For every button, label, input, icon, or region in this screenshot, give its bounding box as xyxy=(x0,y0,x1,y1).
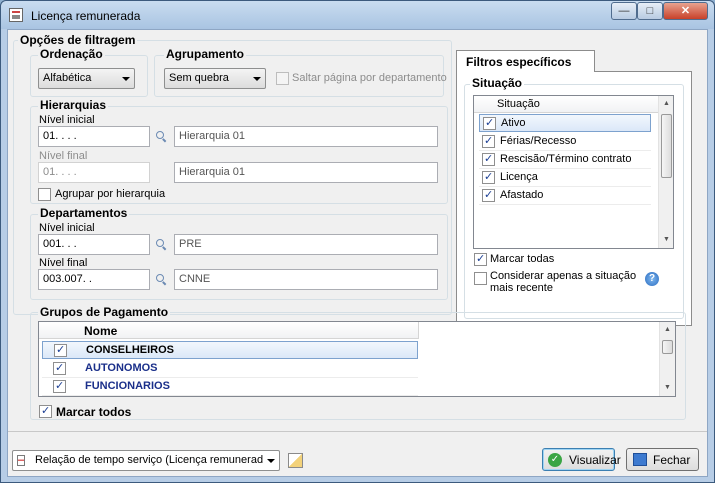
check-icon: ✓ xyxy=(548,453,562,467)
help-icon[interactable]: ? xyxy=(645,272,659,286)
hier-final-input[interactable]: 01. . . . xyxy=(38,162,150,183)
footer-divider xyxy=(8,431,707,432)
situation-header-label: Situação xyxy=(497,98,540,110)
list-item[interactable]: Afastado xyxy=(479,187,651,205)
title-bar[interactable]: Licença remunerada — □ ✕ xyxy=(1,1,714,29)
situation-list: Situação Ativo Férias/Recesso Rescisão/T… xyxy=(473,95,674,249)
considerar-label: Considerar apenas a situação mais recent… xyxy=(490,270,637,294)
scroll-up-icon[interactable]: ▲ xyxy=(660,322,675,338)
search-icon[interactable] xyxy=(156,274,168,286)
dept-initial-input[interactable]: 001. . . xyxy=(38,234,150,255)
hier-initial-description: Hierarquia 01 xyxy=(174,126,438,147)
situation-item-label: Férias/Recesso xyxy=(500,135,577,147)
payment-group-label: CONSELHEIROS xyxy=(86,344,175,356)
situation-item-label: Ativo xyxy=(501,117,526,129)
scroll-thumb[interactable] xyxy=(661,114,672,178)
grouping-select[interactable]: Sem quebra xyxy=(164,68,266,89)
dept-initial-description: PRE xyxy=(174,234,438,255)
tab-filtros-especificos[interactable]: Filtros específicos xyxy=(456,50,595,72)
payment-groups-label: Grupos de Pagamento xyxy=(38,305,171,319)
grouping-label: Agrupamento xyxy=(164,47,246,61)
payment-header-label: Nome xyxy=(84,324,118,338)
situation-label: Situação xyxy=(470,76,525,90)
payment-group-label: FUNCIONARIOS xyxy=(85,380,170,392)
scroll-down-icon[interactable]: ▼ xyxy=(660,380,675,396)
marcar-todos-label: Marcar todos xyxy=(56,405,132,419)
hier-initial-label: Nível inicial xyxy=(39,114,95,126)
payment-group-label: AUTONOMOS xyxy=(85,362,158,374)
report-icon xyxy=(9,8,23,22)
dept-final-input[interactable]: 003.007. . xyxy=(38,269,150,290)
main-window: Licença remunerada — □ ✕ Opções de filtr… xyxy=(0,0,715,483)
visualizar-button[interactable]: ✓ Visualizar xyxy=(542,448,621,471)
situation-item-label: Rescisão/Término contrato xyxy=(500,153,632,165)
situation-checkbox[interactable] xyxy=(483,116,496,130)
dept-initial-label: Nível inicial xyxy=(39,222,95,234)
dialog-body: Opções de filtragem Ordenação Alfabética… xyxy=(7,29,708,477)
payment-group-checkbox[interactable] xyxy=(54,343,67,357)
payment-list-header: Nome xyxy=(39,322,419,339)
ordering-label: Ordenação xyxy=(38,47,105,61)
exit-icon xyxy=(633,453,647,466)
edit-report-icon[interactable] xyxy=(288,453,303,468)
search-icon[interactable] xyxy=(156,131,168,143)
list-item[interactable]: Férias/Recesso xyxy=(479,133,651,151)
hier-initial-input[interactable]: 01. . . . xyxy=(38,126,150,147)
scroll-up-icon[interactable]: ▲ xyxy=(659,96,673,112)
chevron-down-icon xyxy=(253,77,261,81)
table-row[interactable]: AUTONOMOS xyxy=(42,360,418,378)
list-item[interactable]: Licença xyxy=(479,169,651,187)
agrupar-hierarquia-checkbox[interactable] xyxy=(38,188,51,201)
hier-final-description: Hierarquia 01 xyxy=(174,162,438,183)
situation-scrollbar[interactable]: ▲ ▼ xyxy=(658,96,673,248)
report-select[interactable]: Relação de tempo serviço (Licença remune… xyxy=(12,450,280,471)
situation-checkbox[interactable] xyxy=(482,152,495,166)
dept-final-description: CNNE xyxy=(174,269,438,290)
chevron-down-icon xyxy=(267,459,275,463)
departments-label: Departamentos xyxy=(38,206,130,220)
saltar-pagina-checkbox[interactable] xyxy=(276,72,289,85)
grouping-value: Sem quebra xyxy=(169,72,229,84)
fechar-label: Fechar xyxy=(653,453,691,467)
saltar-pagina-label: Saltar página por departamento xyxy=(292,72,447,84)
minimize-button[interactable]: — xyxy=(611,2,637,20)
situation-item-label: Afastado xyxy=(500,189,544,201)
window-title: Licença remunerada xyxy=(31,9,141,23)
marcar-todas-checkbox[interactable] xyxy=(474,252,487,266)
payment-groups-list: Nome CONSELHEIROS AUTONOMOS FUNCIONARIOS… xyxy=(38,321,676,397)
scroll-thumb[interactable] xyxy=(662,340,673,354)
dept-final-label: Nível final xyxy=(39,257,88,269)
table-row[interactable]: CONSELHEIROS xyxy=(42,341,418,359)
fechar-button[interactable]: Fechar xyxy=(626,448,699,471)
maximize-button[interactable]: □ xyxy=(637,2,663,20)
situation-checkbox[interactable] xyxy=(482,134,495,148)
ordering-value: Alfabética xyxy=(43,72,92,84)
document-icon xyxy=(17,455,25,466)
filter-options-title: Opções de filtragem xyxy=(18,33,138,47)
table-row[interactable]: FUNCIONARIOS xyxy=(42,378,418,396)
close-button[interactable]: ✕ xyxy=(663,2,708,20)
hier-final-label: Nível final xyxy=(39,150,88,162)
scroll-down-icon[interactable]: ▼ xyxy=(659,232,673,248)
payment-group-checkbox[interactable] xyxy=(53,379,66,393)
considerar-checkbox[interactable] xyxy=(474,272,487,285)
situation-item-label: Licença xyxy=(500,171,538,183)
list-item[interactable]: Ativo xyxy=(479,114,651,132)
marcar-todos-checkbox[interactable] xyxy=(39,404,52,418)
situation-checkbox[interactable] xyxy=(482,188,495,202)
payment-group-checkbox[interactable] xyxy=(53,361,66,375)
ordering-select[interactable]: Alfabética xyxy=(38,68,135,89)
agrupar-hierarquia-label: Agrupar por hierarquia xyxy=(55,188,166,200)
payment-scrollbar[interactable]: ▲ ▼ xyxy=(659,322,675,396)
situation-checkbox[interactable] xyxy=(482,170,495,184)
search-icon[interactable] xyxy=(156,239,168,251)
hierarchies-label: Hierarquias xyxy=(38,98,109,112)
marcar-todas-label: Marcar todas xyxy=(490,253,555,265)
report-value: Relação de tempo serviço (Licença remune… xyxy=(35,454,263,466)
visualizar-label: Visualizar xyxy=(569,453,621,467)
list-item[interactable]: Rescisão/Término contrato xyxy=(479,151,651,169)
situation-list-header: Situação xyxy=(474,96,658,113)
chevron-down-icon xyxy=(122,77,130,81)
